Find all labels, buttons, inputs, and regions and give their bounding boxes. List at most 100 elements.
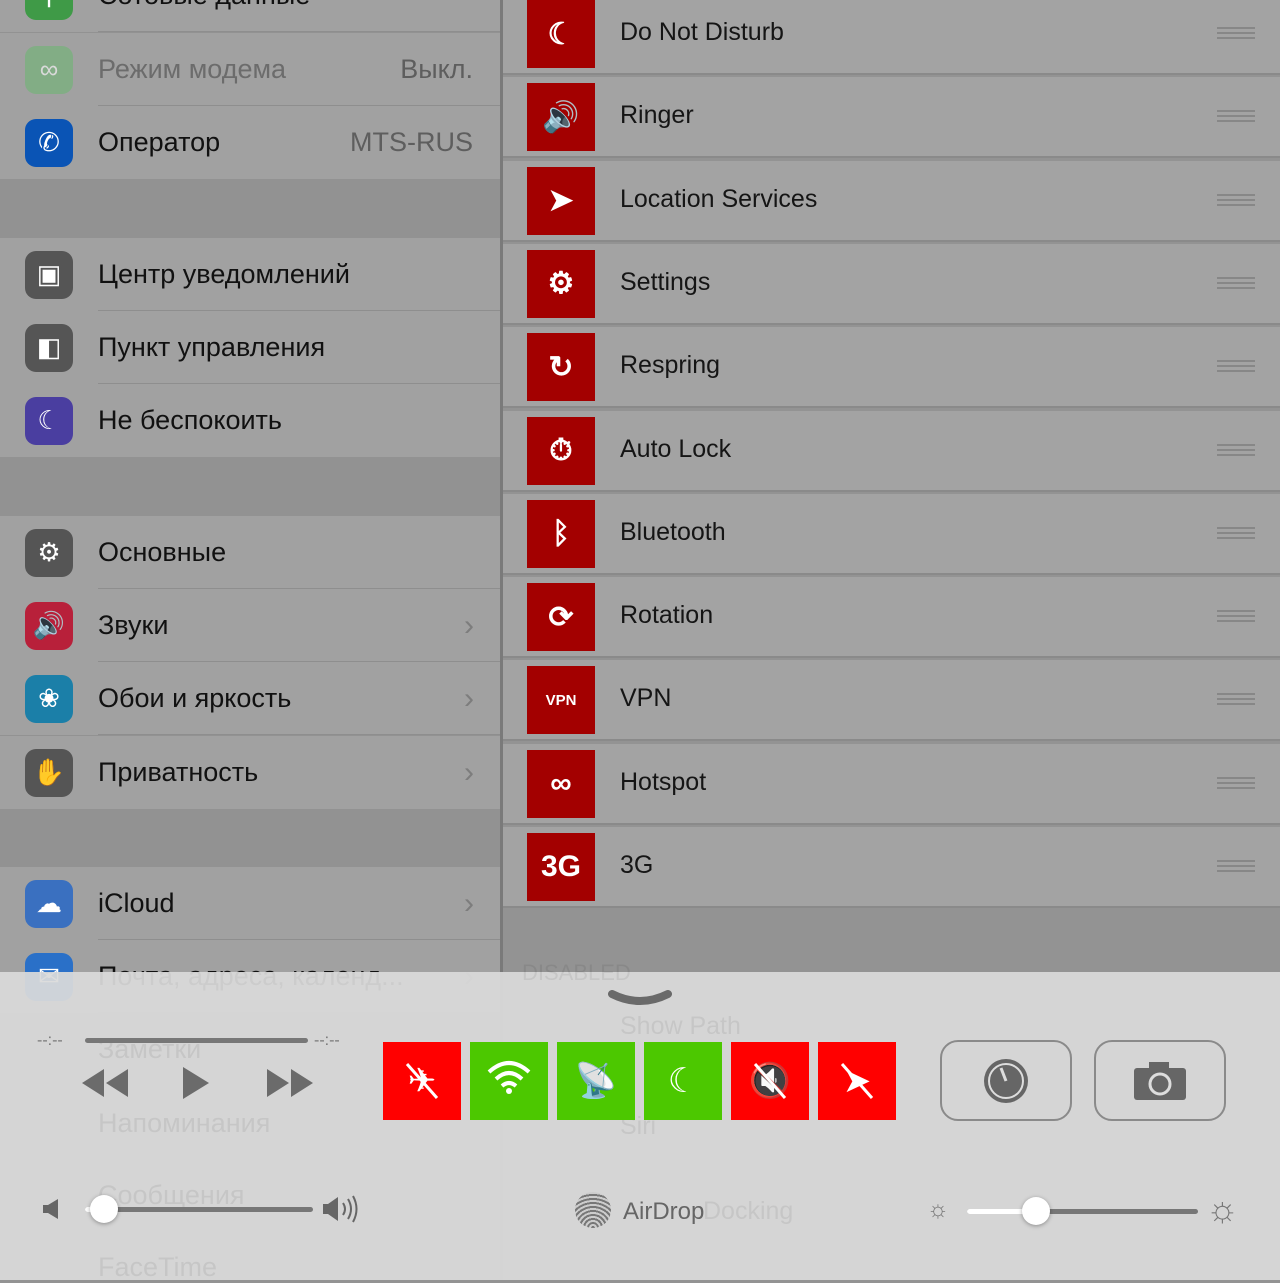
toggle-row-label: Ringer — [620, 101, 694, 130]
brightness-knob[interactable] — [1022, 1197, 1050, 1225]
toggle-row[interactable]: 3G 3G — [503, 827, 1280, 908]
drag-handle-icon[interactable] — [1217, 110, 1255, 123]
airdrop-icon[interactable] — [575, 1192, 611, 1228]
drag-handle-icon[interactable] — [1217, 526, 1255, 539]
settings-row[interactable]: ❀ Обои и яркость › — [0, 662, 500, 735]
settings-row[interactable]: ✆ Оператор MTS-RUS — [0, 106, 500, 179]
settings-row[interactable]: ◧ Пункт управления — [0, 311, 500, 384]
remaining-time: --:-- — [314, 1032, 340, 1049]
lock-timer-icon: ⏱ — [527, 416, 595, 485]
toggle-row[interactable]: ⏱ Auto Lock — [503, 410, 1280, 492]
toggle-row-label: Auto Lock — [620, 434, 732, 463]
settings-row-label: iCloud — [98, 888, 175, 918]
ghost-text: Docking — [703, 1197, 794, 1225]
toggle-row[interactable]: 🔊 Ringer — [503, 77, 1280, 159]
control-center-icon: ◧ — [25, 323, 73, 372]
settings-row-label: Режим модема — [98, 54, 287, 84]
toggle-row[interactable]: ↻ Respring — [503, 327, 1280, 409]
gear-icon: ⚙ — [25, 528, 73, 577]
settings-row-label: Не беспокоить — [98, 405, 282, 435]
timer-button[interactable] — [940, 1040, 1072, 1121]
toggle-row-label: Location Services — [620, 184, 818, 213]
settings-row[interactable]: ☾ Не беспокоить — [0, 384, 500, 457]
toggle-row[interactable]: ⟳ Rotation — [503, 577, 1280, 659]
drag-handle-icon[interactable] — [1217, 776, 1255, 789]
phone-icon: ✆ — [25, 118, 73, 167]
chevron-right-icon: › — [464, 608, 474, 642]
track-scrubber[interactable] — [85, 1038, 308, 1043]
brightness-low-icon: ☼ — [927, 1196, 949, 1223]
moon-icon: ☾ — [527, 0, 595, 68]
bluetooth-icon: ᛒ — [527, 499, 595, 568]
hotspot-icon: ∞ — [527, 749, 595, 818]
do-not-disturb-icon: ☾ — [667, 1062, 699, 1100]
toggle-row-label: Rotation — [620, 601, 714, 630]
settings-row-label: Центр уведомлений — [98, 259, 350, 289]
rewind-button[interactable] — [80, 1067, 130, 1099]
volume-knob[interactable] — [90, 1195, 118, 1223]
settings-row-label: Пункт управления — [98, 332, 326, 362]
dismiss-chevron-icon[interactable] — [608, 990, 672, 1010]
drag-handle-icon[interactable] — [1217, 860, 1255, 872]
settings-row[interactable]: ∞ Режим модема Выкл. — [0, 33, 500, 106]
settings-row[interactable]: ⚙ Основные — [0, 516, 500, 589]
toggle-row[interactable]: ➤ Location Services — [503, 160, 1280, 242]
settings-row-value: MTS-RUS — [350, 127, 473, 157]
do-not-disturb-toggle[interactable]: ☾ — [644, 1042, 722, 1120]
settings-row[interactable]: 🔊 Звуки › — [0, 589, 500, 662]
chevron-right-icon: › — [464, 755, 474, 789]
toggle-row[interactable]: ☾ Do Not Disturb — [503, 0, 1280, 75]
location-toggle[interactable]: ➤ — [818, 1042, 896, 1120]
cellular-data-icon: 📡 — [574, 1062, 618, 1100]
drag-handle-icon[interactable] — [1217, 360, 1255, 373]
brightness-high-icon: ☼ — [1206, 1188, 1239, 1229]
toggle-row-label: 3G — [620, 851, 654, 879]
toggle-row[interactable]: ∞ Hotspot — [503, 743, 1280, 825]
notification-center-icon: ▣ — [25, 250, 73, 299]
speaker-icon: 🔊 — [25, 601, 73, 650]
ringer-toggle[interactable]: 🔇 — [731, 1042, 809, 1120]
hotspot-icon: ∞ — [25, 45, 73, 94]
settings-row-label: Сотовые данные — [98, 0, 310, 11]
fast-forward-button[interactable] — [265, 1067, 315, 1099]
ghost-text: Напоминания — [98, 1108, 271, 1138]
settings-row-label: Приватность — [98, 757, 259, 787]
drag-handle-icon[interactable] — [1217, 610, 1255, 623]
airplane-mode-toggle[interactable]: ✈ — [383, 1042, 461, 1120]
play-button[interactable] — [180, 1065, 212, 1101]
cellular-data-toggle[interactable]: 📡 — [557, 1042, 635, 1120]
toggle-row-label: Do Not Disturb — [620, 18, 784, 46]
drag-handle-icon[interactable] — [1217, 27, 1255, 39]
toggle-row[interactable]: ᛒ Bluetooth — [503, 493, 1280, 575]
hand-icon: ✋ — [25, 748, 73, 797]
volume-low-icon — [43, 1199, 58, 1219]
ghost-text: Show Path — [620, 1012, 741, 1040]
ghost-text: DISABLED — [522, 960, 631, 985]
timer-icon — [984, 1058, 1028, 1103]
settings-row[interactable]: ✋ Приватность › — [0, 736, 500, 809]
camera-icon — [1134, 1061, 1186, 1100]
drag-handle-icon[interactable] — [1217, 276, 1255, 289]
rotation-icon: ⟳ — [527, 583, 595, 652]
settings-row[interactable]: ☁ iCloud › — [0, 867, 500, 940]
settings-row[interactable]: ▣ Центр уведомлений — [0, 238, 500, 311]
settings-row-label: Звуки — [98, 610, 169, 640]
volume-slider[interactable] — [85, 1207, 313, 1212]
control-center: Заметки Напоминания Сообщения FaceTime D… — [0, 960, 1280, 1282]
settings-row-label: Основные — [98, 537, 227, 567]
airdrop-button[interactable]: AirDrop — [623, 1198, 704, 1226]
wifi-toggle[interactable] — [470, 1042, 548, 1120]
toggle-row-label: Settings — [620, 267, 711, 296]
camera-button[interactable] — [1094, 1040, 1226, 1121]
row-separator — [98, 31, 500, 32]
settings-row[interactable]: ⚲ Сотовые данные — [0, 0, 500, 32]
toggle-row[interactable]: VPN VPN — [503, 660, 1280, 742]
settings-row-value: Выкл. — [400, 54, 473, 84]
row-separator — [98, 734, 500, 735]
drag-handle-icon[interactable] — [1217, 193, 1255, 206]
drag-handle-icon[interactable] — [1217, 443, 1255, 456]
toggle-row[interactable]: ⚙ Settings — [503, 243, 1280, 325]
wallpaper-icon: ❀ — [25, 674, 73, 723]
drag-handle-icon[interactable] — [1217, 693, 1255, 706]
volume-high-icon — [323, 1195, 358, 1223]
